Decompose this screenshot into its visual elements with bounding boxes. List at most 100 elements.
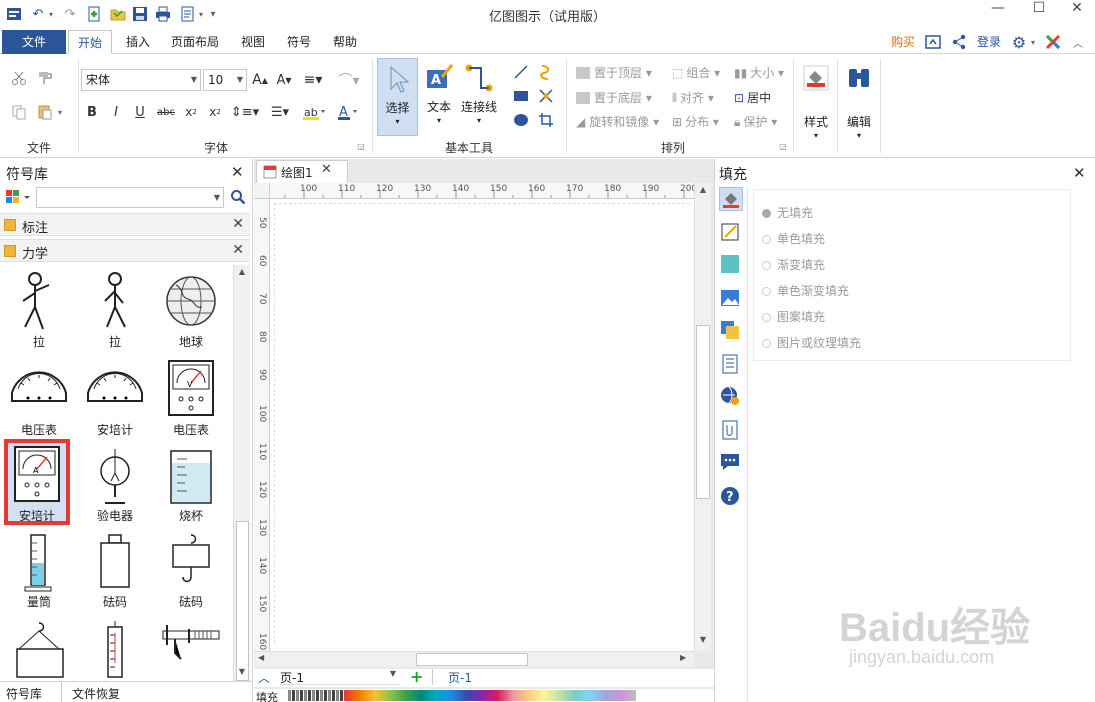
scroll-up-icon[interactable]: ▲ [697,185,709,197]
new-document-icon[interactable] [84,4,104,24]
settings-gear-icon[interactable]: ⚙ [1010,33,1028,52]
layer-tab-icon[interactable] [719,319,743,343]
file-menu-button[interactable]: 文件 [2,30,66,54]
attachment-tab-icon[interactable] [719,419,743,443]
close-window-button[interactable]: ✕ [1062,0,1092,20]
category-mechanics[interactable]: 力学 ✕ [0,239,250,262]
canvas-hscroll-thumb[interactable] [416,653,528,666]
scroll-up-icon[interactable]: ▲ [236,267,248,279]
symbol-globe[interactable]: 地球 [152,265,230,351]
fill-option-none[interactable]: 无填充 [762,204,813,221]
tab-help[interactable]: 帮助 [326,30,364,54]
document-tab[interactable]: 绘图1 ✕ [256,160,348,183]
symbol-voltmeter-box[interactable]: V 电压表 [152,353,230,439]
help-tab-icon[interactable]: ? [719,485,743,509]
bring-to-front-button[interactable]: 置于顶层 ▾ [576,64,666,82]
drawing-canvas[interactable] [270,199,694,651]
category-close-icon[interactable]: ✕ [232,216,244,232]
bullet-list-icon[interactable]: ☰▾ [266,102,294,122]
crossing-point-icon[interactable] [537,87,555,105]
rectangle-shape-icon[interactable] [512,87,530,105]
symbol-beaker[interactable]: 烧杯 [152,441,230,527]
line-tab-icon[interactable] [719,221,743,245]
tab-symbol[interactable]: 符号 [280,30,318,54]
theme-icon[interactable] [1044,33,1062,51]
minimize-button[interactable]: — [983,0,1013,20]
symbol-measuring-cylinder[interactable]: 量筒 [0,527,78,613]
tab-file-recovery[interactable]: 文件恢复 [72,685,132,702]
scroll-right-icon[interactable]: ▶ [680,653,692,665]
library-scrollbar[interactable]: ▲ ▼ [233,265,250,683]
fill-panel-close-icon[interactable]: ✕ [1073,164,1086,182]
grow-font-icon[interactable]: A ▲ [251,70,269,90]
copy-icon[interactable] [10,103,28,121]
print-icon[interactable] [153,4,173,24]
save-icon[interactable] [130,4,150,24]
document-tab-close-icon[interactable]: ✕ [321,162,332,177]
text-tool-button[interactable]: A 文本 ▾ [421,58,457,136]
size-button[interactable]: ▮▮ 大小 ▾ [734,64,790,82]
tab-home[interactable]: 开始 [68,30,112,54]
send-to-back-button[interactable]: 置于底层 ▾ [576,89,666,107]
symbol-ammeter-box-selected[interactable]: A 安培计 [4,439,70,525]
highlight-color-icon[interactable]: ab [300,102,328,122]
fill-option-pattern[interactable]: 图案填充 [762,308,825,325]
arrange-dialog-launcher-icon[interactable]: ◲ [778,141,788,151]
text-align-icon[interactable]: ≡▾ [301,70,325,90]
canvas-horizontal-scrollbar[interactable]: ◀ ▶ [254,651,694,667]
symbol-voltmeter-dial[interactable]: 电压表 [0,353,78,439]
symbol-electroscope[interactable]: 验电器 [76,441,154,527]
strikethrough-icon[interactable]: abc [156,102,176,122]
italic-icon[interactable]: I [108,102,124,122]
library-menu-button[interactable] [4,187,34,207]
open-folder-icon[interactable] [108,4,128,24]
style-button[interactable]: 样式 ▾ [797,59,835,149]
canvas-vertical-scrollbar[interactable]: ▲ ▼ [694,183,711,651]
distribute-button[interactable]: ⊞ 分布 ▾ [672,113,732,131]
share-screen-icon[interactable] [924,33,942,51]
scroll-left-icon[interactable]: ◀ [258,653,270,665]
page-tab[interactable]: 页-1 [448,669,488,686]
symbol-vernier-caliper[interactable] [152,615,230,683]
add-page-icon[interactable]: + [410,667,426,686]
library-search-input[interactable]: ▼ [36,187,224,208]
underline-icon[interactable]: U [132,102,148,122]
category-close-icon[interactable]: ✕ [232,242,244,258]
superscript-icon[interactable]: x2 [207,102,223,122]
category-callout[interactable]: 标注 ✕ [0,213,250,236]
line-shape-icon[interactable] [512,63,530,81]
symbol-hanging-weight[interactable] [0,615,78,683]
symbol-weight-1[interactable]: 砝码 [76,527,154,613]
comment-tab-icon[interactable] [719,451,743,475]
gray-swatches[interactable] [288,690,344,701]
fill-option-solid[interactable]: 单色填充 [762,230,825,247]
tab-symbol-library[interactable]: 符号库 [6,685,58,702]
symbol-pull-stickman-2[interactable]: 拉 [76,265,154,351]
tab-insert[interactable]: 插入 [118,30,158,54]
hyperlink-tab-icon[interactable] [719,385,743,409]
font-family-select[interactable]: 宋体 ▼ [81,69,201,91]
library-scroll-thumb[interactable] [236,521,249,681]
tab-view[interactable]: 视图 [234,30,272,54]
paste-dropdown-icon[interactable]: ▾ [55,103,65,121]
fill-option-gradient[interactable]: 渐变填充 [762,256,825,273]
protect-button[interactable]: 🔒︎ 保护 ▾ [734,113,790,131]
center-button[interactable]: ⊡ 居中 [734,89,790,107]
app-logo-icon[interactable] [4,4,24,24]
text-direction-icon[interactable]: ⌒▾ [334,70,364,90]
shadow-tab-icon[interactable] [719,253,743,277]
properties-tab-icon[interactable] [719,353,743,377]
ellipse-shape-icon[interactable] [512,111,530,129]
redo-icon[interactable]: ↷ [60,4,80,24]
font-size-select[interactable]: 10 ▼ [203,69,247,91]
undo-dropdown-icon[interactable]: ▾ [46,4,56,24]
symbol-weight-2[interactable]: 砝码 [152,527,230,613]
export-dropdown-icon[interactable]: ▾ [196,4,206,24]
select-tool-button[interactable]: 选择 ▾ [377,58,418,136]
align-button[interactable]: ⫴ 对齐 ▾ [672,89,732,107]
buy-link[interactable]: 购买 [888,30,918,54]
canvas-vscroll-thumb[interactable] [696,325,710,499]
scroll-down-icon[interactable]: ▼ [236,667,248,679]
format-painter-icon[interactable] [36,69,54,87]
font-color-icon[interactable]: A [334,102,362,122]
